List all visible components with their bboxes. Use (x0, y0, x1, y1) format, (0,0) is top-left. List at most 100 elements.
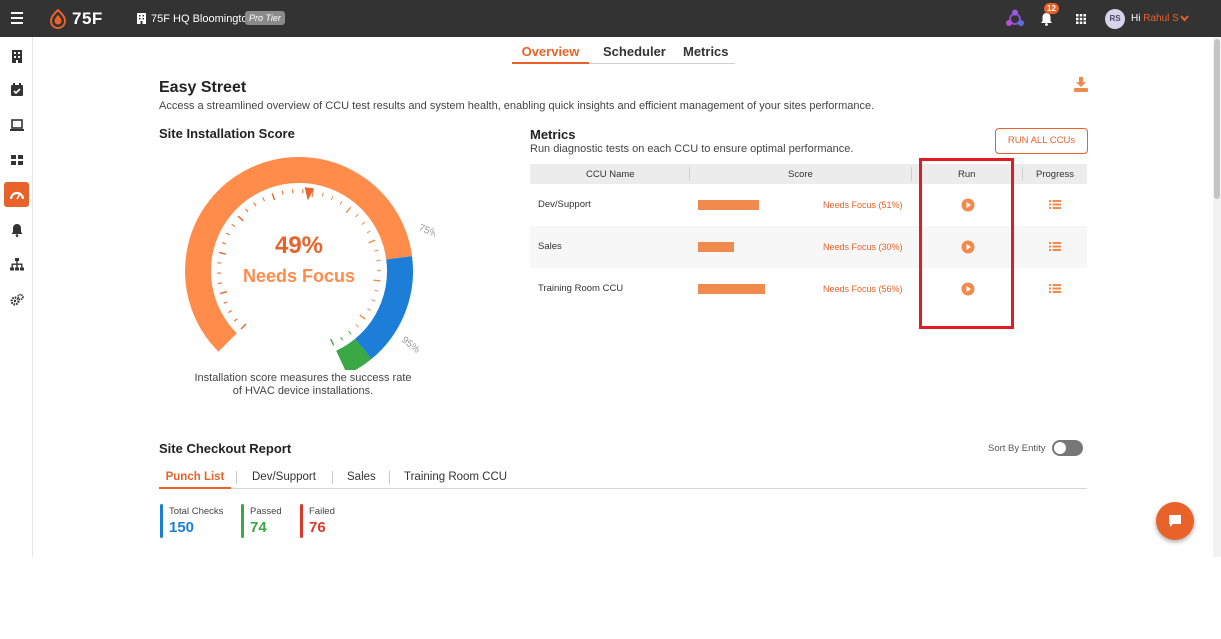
gauge-arc-green (335, 338, 372, 370)
scrollbar-thumb[interactable] (1214, 39, 1220, 199)
download-icon[interactable] (1074, 77, 1088, 92)
installation-score-gauge: 49% Needs Focus 75% 95% (185, 157, 435, 370)
sort-by-entity-toggle[interactable] (1052, 440, 1083, 456)
stat-passed: Passed 74 (241, 504, 282, 538)
score-value: 49% (275, 232, 323, 259)
avatar[interactable]: RS (1105, 9, 1125, 29)
gauge-tick (281, 190, 284, 195)
tab-divider (389, 471, 390, 484)
stat-value: 74 (250, 519, 267, 536)
gauge-tick (368, 239, 376, 244)
gears-icon (9, 293, 24, 306)
calendar-check-icon (10, 82, 23, 96)
apps-grid-icon[interactable] (1076, 14, 1086, 24)
stat-label: Total Checks (169, 506, 224, 517)
top-bar: 75F 75F HQ Bloomington Pro Tier 12 RS Hi… (0, 0, 1221, 37)
stat-value: 150 (169, 519, 195, 536)
page-scrollbar[interactable] (1213, 37, 1221, 557)
run-column-highlight (919, 158, 1014, 329)
apps-switcher-icon[interactable] (1005, 9, 1025, 29)
gauge-tick (374, 249, 379, 252)
sidebar-item-settings[interactable] (4, 287, 29, 312)
page-title: Easy Street (159, 79, 247, 96)
gauge-tick (218, 251, 227, 255)
sidebar-item-devices[interactable] (4, 112, 29, 137)
gauge-tick (262, 197, 265, 202)
site-selector[interactable]: 75F HQ Bloomington (151, 13, 254, 25)
gauge-tick (321, 192, 324, 197)
gauge-tick (376, 259, 381, 262)
tab-training-room-ccu[interactable]: Training Room CCU (404, 471, 507, 483)
sidebar-item-alerts[interactable] (4, 217, 29, 242)
hierarchy-icon (9, 257, 24, 270)
stat-value: 76 (309, 519, 326, 536)
gauge-tick (271, 193, 276, 201)
active-subtab-indicator (159, 487, 231, 489)
tab-sales[interactable]: Sales (347, 471, 376, 483)
gauge-caption-line-1: Installation score measures the success … (194, 372, 412, 384)
tab-overview[interactable]: Overview (512, 44, 589, 64)
gauge-tick (345, 206, 352, 214)
toggle-knob (1054, 442, 1066, 454)
gauge-tick (240, 323, 247, 330)
gauge-tick (366, 230, 371, 234)
metrics-title: Metrics (530, 127, 576, 142)
score-bar (698, 242, 734, 252)
menu-icon[interactable] (11, 12, 23, 24)
sidebar-item-hierarchy[interactable] (4, 252, 29, 277)
progress-list-icon[interactable] (1049, 199, 1061, 210)
checkout-report-title: Site Checkout Report (159, 441, 292, 456)
gauge-tick (231, 223, 236, 227)
score-status: Needs Focus (243, 266, 355, 286)
tab-punch-list[interactable]: Punch List (159, 471, 231, 483)
tab-metrics[interactable]: Metrics (683, 44, 729, 64)
tab-scheduler[interactable]: Scheduler (603, 44, 666, 64)
brand-logo-icon (49, 9, 67, 29)
sidebar-item-schedule[interactable] (4, 77, 29, 102)
column-header-ccu-name: CCU Name (586, 169, 635, 180)
notifications-bell-icon[interactable] (1040, 12, 1053, 26)
metrics-description: Run diagnostic tests on each CCU to ensu… (530, 143, 854, 155)
user-greeting[interactable]: Hi Rahul S (1131, 13, 1179, 24)
column-divider (1022, 167, 1023, 181)
column-divider (689, 167, 690, 181)
stat-accent-bar (160, 504, 163, 538)
gauge-tick (330, 196, 334, 201)
stat-accent-bar (300, 504, 303, 538)
sort-by-entity-label: Sort By Entity (988, 443, 1046, 454)
building-icon (11, 49, 22, 63)
user-name: Rahul S (1143, 13, 1179, 24)
greeting-text: Hi (1131, 13, 1141, 24)
dashboard-grid-icon (10, 154, 23, 165)
gauge-arc-blue (354, 256, 413, 359)
gauge-tick (237, 215, 244, 222)
page-description: Access a streamlined overview of CCU tes… (159, 100, 875, 112)
gauge-tick (226, 232, 231, 236)
chevron-down-icon[interactable] (1180, 14, 1189, 22)
progress-list-icon[interactable] (1049, 283, 1061, 294)
column-header-score: Score (788, 169, 813, 180)
sidebar-item-buildings[interactable] (4, 43, 29, 68)
run-all-ccus-button[interactable]: RUN ALL CCUs (995, 128, 1088, 154)
gauge-tick (361, 221, 366, 226)
progress-list-icon[interactable] (1049, 241, 1061, 252)
sidebar (0, 37, 33, 557)
gauge-tick (371, 299, 376, 302)
gauge-icon (9, 191, 24, 199)
gauge-tick (359, 314, 366, 320)
chat-button[interactable] (1156, 502, 1194, 540)
gauge-tick (367, 308, 372, 311)
gauge-tick (219, 290, 228, 295)
building-icon (137, 13, 146, 24)
gauge-tick (233, 318, 238, 322)
ccu-name: Dev/Support (538, 199, 591, 210)
gauge-tick (221, 242, 226, 245)
notification-count-badge: 12 (1044, 3, 1059, 14)
column-divider (911, 167, 912, 181)
gauge-caption: Installation score measures the success … (182, 372, 424, 398)
sidebar-item-dashboard[interactable] (4, 147, 29, 172)
chat-bubble-icon (1169, 515, 1181, 527)
sidebar-item-easy-street[interactable] (4, 182, 29, 207)
tab-dev-support[interactable]: Dev/Support (252, 471, 316, 483)
gauge-tick (245, 208, 249, 213)
